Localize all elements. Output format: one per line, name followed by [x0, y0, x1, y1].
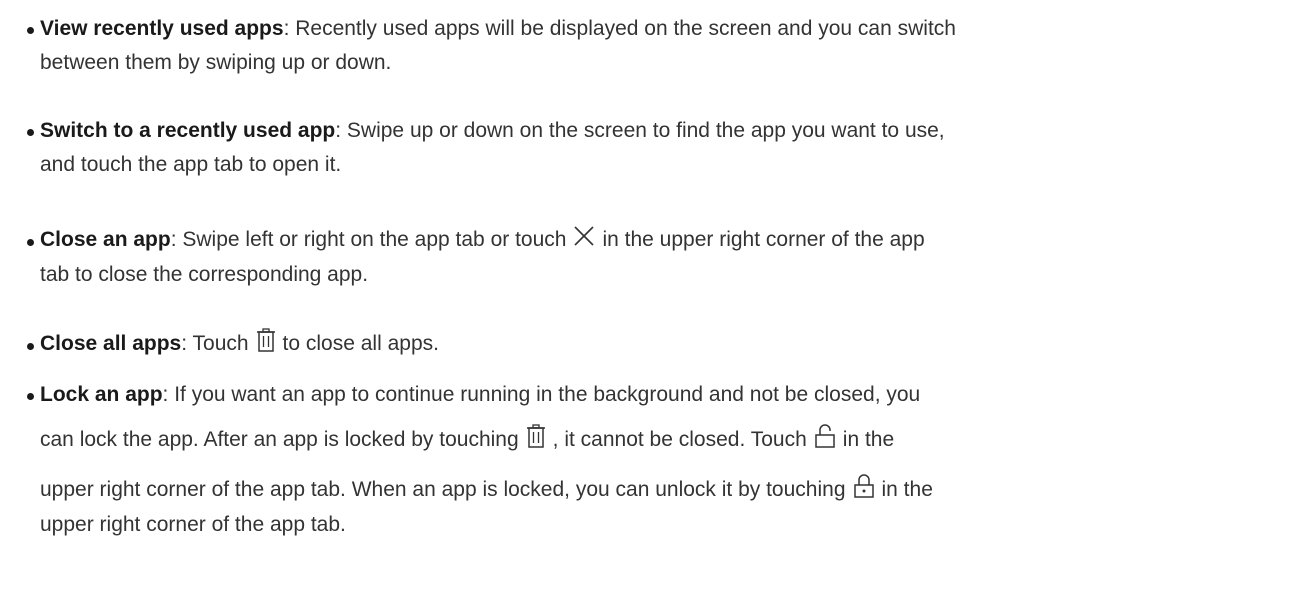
trash-icon — [526, 424, 546, 449]
item-term: Switch to a recently used app — [40, 119, 336, 142]
item-term: View recently used apps — [40, 17, 284, 40]
bullet — [27, 239, 34, 246]
bullet — [27, 129, 34, 136]
locked-padlock-icon — [853, 474, 875, 499]
document-page: View recently used apps: Recently used a… — [0, 0, 1291, 601]
item-text: Switch to a recently used app: Swipe up … — [40, 114, 1287, 182]
text-line: can lock the app. After an app is locked… — [40, 418, 1287, 462]
item-description: : Recently used apps will be displayed o… — [283, 17, 956, 40]
close-x-icon — [573, 225, 595, 247]
text-line: upper right corner of the app tab. When … — [40, 468, 1287, 512]
text-span: , it cannot be closed. Touch — [552, 428, 807, 451]
text-line: upper right corner of the app tab. — [40, 513, 346, 536]
text-span: in the — [842, 428, 895, 451]
item-description: : Touch — [181, 332, 249, 355]
item-term: Close an app — [40, 228, 171, 251]
item-description: : Swipe left or right on the app tab or … — [170, 228, 567, 251]
bullet — [27, 343, 34, 350]
text-line: Lock an app: If you want an app to conti… — [40, 378, 1287, 412]
text-span: can lock the app. After an app is locked… — [40, 428, 519, 451]
item-term: Close all apps — [40, 332, 182, 355]
item-text: Close all apps: Touch to close all apps. — [40, 322, 1287, 366]
bullet — [27, 27, 34, 34]
text-line: and touch the app tab to open it. — [40, 153, 342, 176]
item-text: Lock an app: If you want an app to conti… — [40, 378, 1287, 542]
text-line: Close an app: Swipe left or right on the… — [40, 218, 1287, 262]
list-item: Close an app: Swipe left or right on the… — [0, 218, 1291, 292]
item-term: Lock an app — [40, 383, 163, 406]
list-item: Switch to a recently used app: Swipe up … — [0, 114, 1291, 182]
text-span: in the — [881, 478, 933, 501]
bullet — [27, 393, 34, 400]
text-line: Close all apps: Touch to close all apps. — [40, 322, 1287, 366]
item-description: : If you want an app to continue running… — [162, 383, 921, 406]
item-description: to close all apps. — [282, 332, 439, 355]
list-item: View recently used apps: Recently used a… — [0, 12, 1291, 80]
text-line: Switch to a recently used app: Swipe up … — [40, 114, 1287, 148]
text-line: View recently used apps: Recently used a… — [40, 12, 1287, 46]
item-description: : Swipe up or down on the screen to find… — [335, 119, 945, 142]
list-item: Close all apps: Touch to close all apps. — [0, 322, 1291, 366]
list-item: Lock an app: If you want an app to conti… — [0, 378, 1291, 542]
unlocked-padlock-icon — [814, 424, 836, 449]
text-line: between them by swiping up or down. — [40, 51, 392, 74]
text-line: tab to close the corresponding app. — [40, 263, 369, 286]
item-text: Close an app: Swipe left or right on the… — [40, 218, 1287, 292]
trash-icon — [256, 328, 276, 353]
item-description: in the upper right corner of the app — [602, 228, 925, 251]
text-span: upper right corner of the app tab. When … — [40, 478, 846, 501]
item-text: View recently used apps: Recently used a… — [40, 12, 1287, 80]
